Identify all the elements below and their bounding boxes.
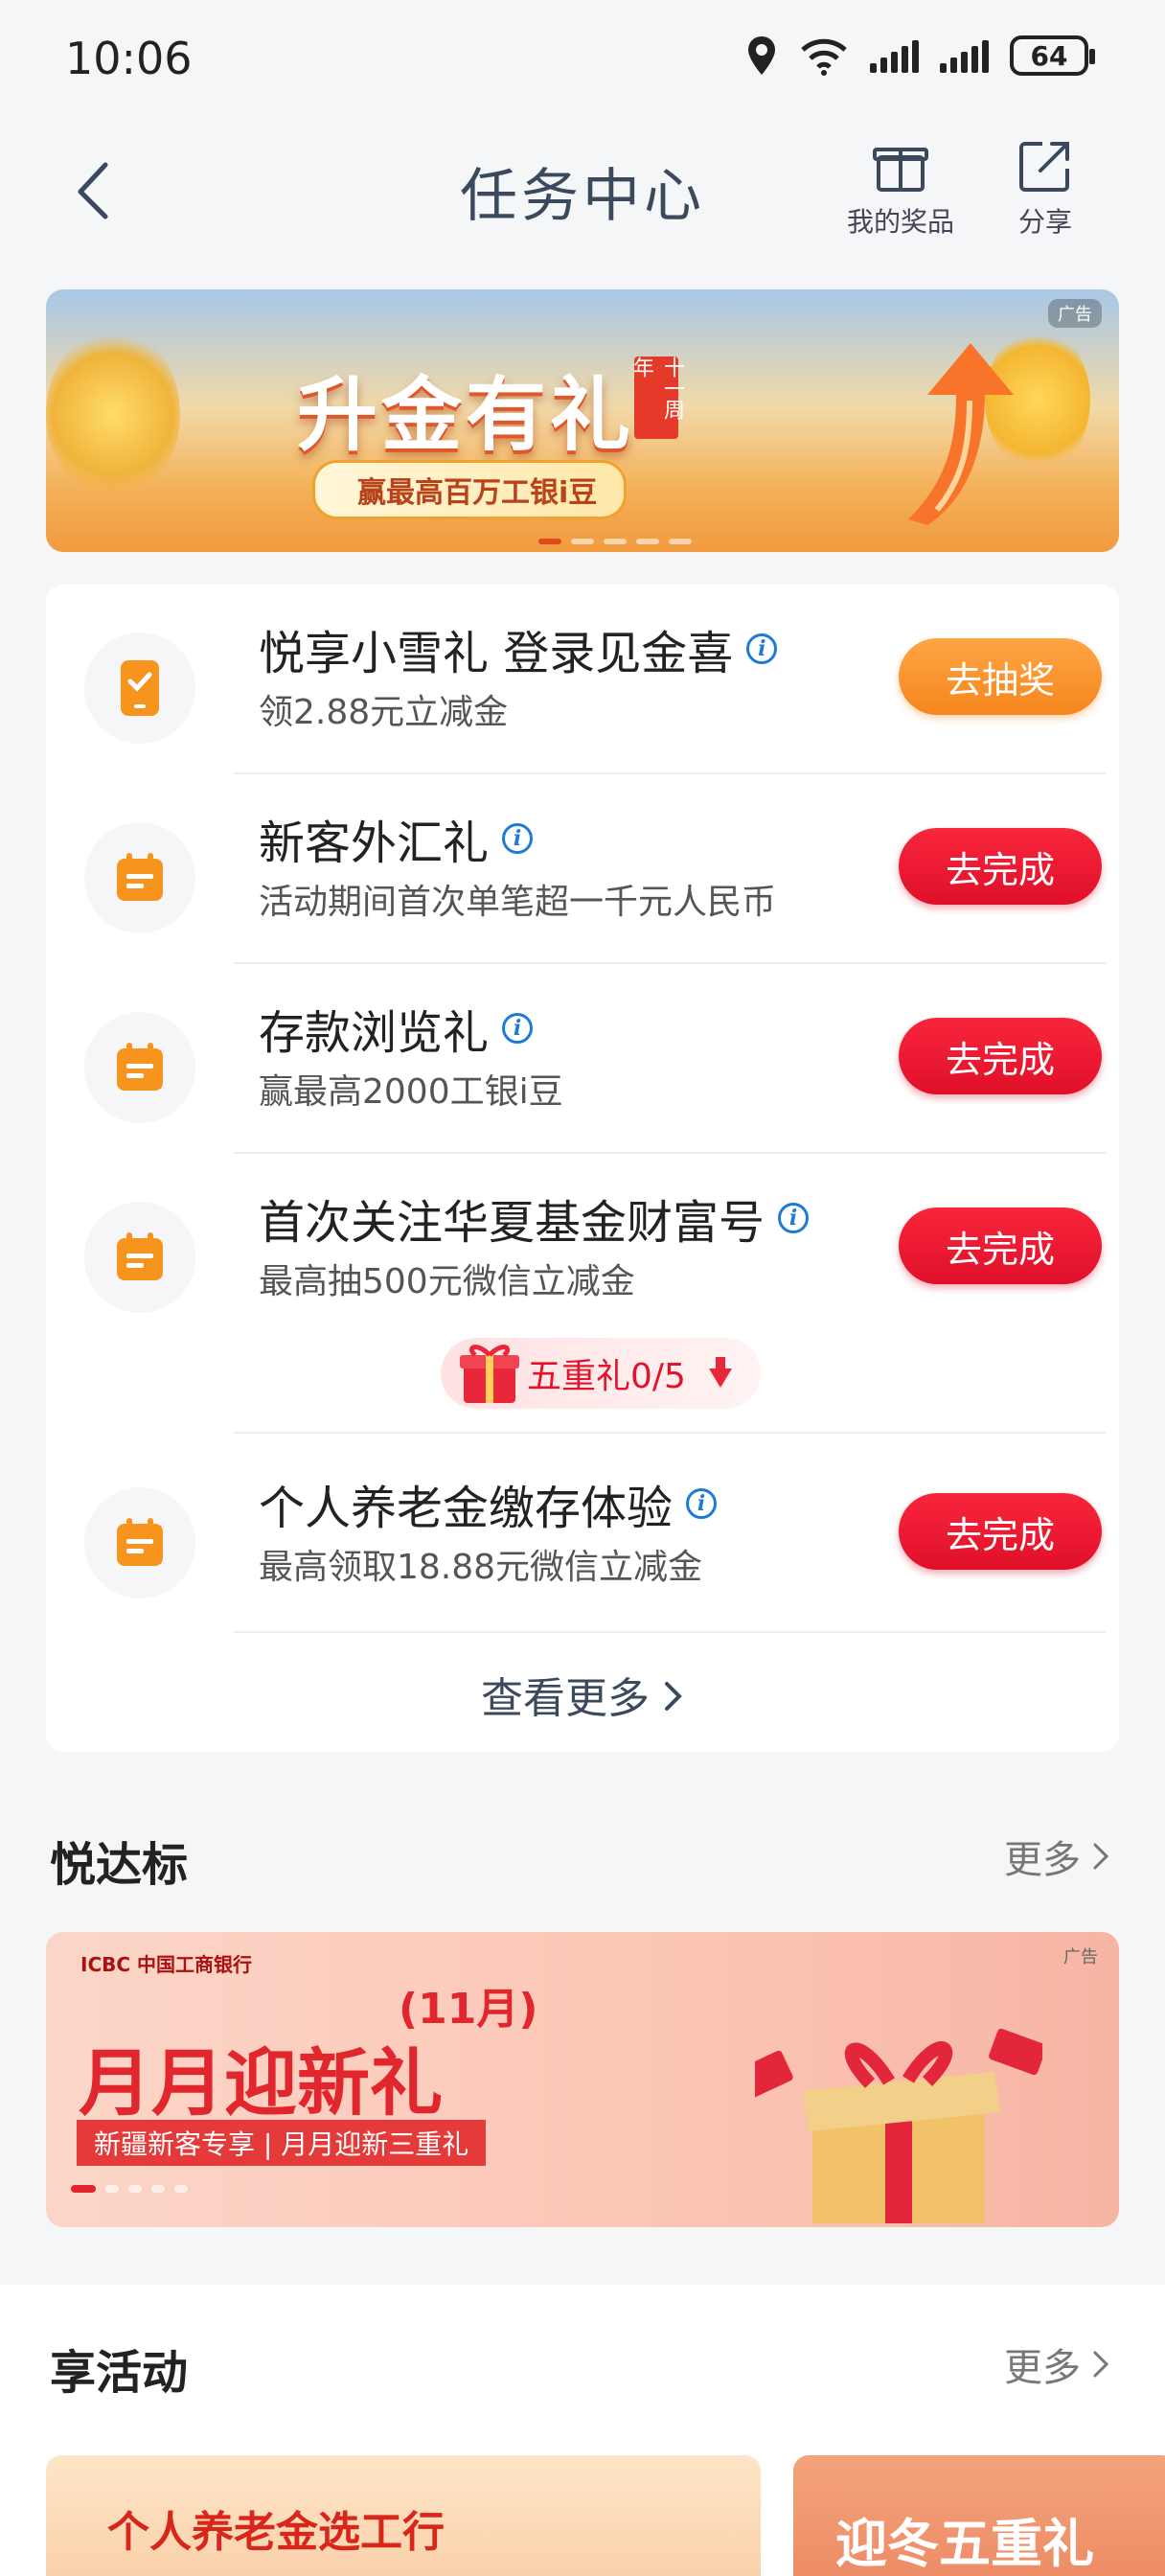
five-gifts-label: 五重礼0/5 xyxy=(527,1357,686,1396)
task-item: 存款浏览礼 i 赢最高2000工银i豆 去完成 xyxy=(46,964,1119,1154)
task-list-card: 悦享小雪礼 登录见金喜 i 领2.88元立减金 去抽奖 新客外汇礼 i 活动期间首次… xyxy=(46,585,1119,1752)
calendar-icon xyxy=(84,1487,195,1598)
calendar-icon xyxy=(84,822,195,933)
task-subtitle: 最高领取18.88元微信立减金 xyxy=(259,1548,703,1587)
status-icons: 64 xyxy=(745,34,1095,77)
section-more-xianghuodong[interactable]: 更多 xyxy=(1004,2336,1109,2392)
ad-tag: 广告 xyxy=(1048,299,1102,328)
task-item: 新客外汇礼 i 活动期间首次单笔超一千元人民币 去完成 xyxy=(46,774,1119,964)
task-subtitle: 领2.88元立减金 xyxy=(259,693,509,732)
divider xyxy=(234,1631,1106,1633)
task-title: 个人养老金缴存体验 i xyxy=(259,1470,718,1537)
battery-icon: 64 xyxy=(1010,35,1095,76)
info-icon[interactable]: i xyxy=(746,633,778,664)
task-subtitle: 赢最高2000工银i豆 xyxy=(259,1072,563,1112)
task-item: 首次关注华夏基金财富号 i 最高抽500元微信立减金 去完成 xyxy=(46,1154,1119,1344)
task-action-button[interactable]: 去抽奖 xyxy=(899,638,1102,715)
status-time: 10:06 xyxy=(65,33,193,84)
calendar-icon xyxy=(84,1202,195,1313)
task-title: 首次关注华夏基金财富号 i xyxy=(259,1184,810,1252)
gift-box-illustration xyxy=(755,2028,1042,2223)
signal-icon-2 xyxy=(940,38,989,73)
task-title: 悦享小雪礼 登录见金喜 i xyxy=(259,615,778,682)
new-customer-banner[interactable]: ICBC 中国工商银行 广告 (11月) 月月迎新礼 新疆新客专享 | 月月迎新… xyxy=(46,1932,1119,2227)
tree-decoration xyxy=(46,328,180,500)
task-subtitle: 最高抽500元微信立减金 xyxy=(259,1262,635,1301)
info-icon[interactable]: i xyxy=(502,823,534,854)
task-action-button[interactable]: 去完成 xyxy=(899,828,1102,905)
gift-icon xyxy=(873,148,928,192)
my-prizes-label: 我的奖品 xyxy=(847,206,955,238)
task-action-button[interactable]: 去完成 xyxy=(899,1018,1102,1094)
chevron-down-icon xyxy=(708,1357,732,1388)
gift-box-icon xyxy=(460,1345,519,1403)
banner-headline: 升金有礼 xyxy=(297,367,635,462)
chevron-right-icon xyxy=(1093,2351,1109,2378)
phone-check-icon xyxy=(84,632,195,744)
info-icon[interactable]: i xyxy=(686,1488,718,1519)
carousel-dots xyxy=(71,2185,188,2193)
share-icon xyxy=(1019,142,1069,192)
activity-card-text: 迎冬五重礼 xyxy=(835,2513,1094,2574)
carousel-dots xyxy=(538,539,692,544)
location-icon xyxy=(748,36,775,75)
share-label: 分享 xyxy=(1017,206,1072,238)
rising-arrow-icon xyxy=(908,343,1014,525)
bank-logo-text: ICBC 中国工商银行 xyxy=(80,1953,253,1976)
chevron-right-icon xyxy=(1093,1843,1109,1870)
task-action-button[interactable]: 去完成 xyxy=(899,1208,1102,1284)
ad-tag: 广告 xyxy=(1063,1947,1098,1967)
activity-card-winter[interactable]: 迎冬五重礼 xyxy=(793,2455,1165,2576)
banner-subline: 新疆新客专享 | 月月迎新三重礼 xyxy=(77,2120,487,2166)
task-action-button[interactable]: 去完成 xyxy=(899,1493,1102,1570)
calendar-icon xyxy=(84,1012,195,1123)
chevron-right-icon xyxy=(665,1682,682,1711)
wifi-icon xyxy=(801,38,847,76)
five-gifts-chip[interactable]: 五重礼0/5 xyxy=(441,1338,761,1409)
task-item: 悦享小雪礼 登录见金喜 i 领2.88元立减金 去抽奖 xyxy=(46,585,1119,774)
activity-card-pension[interactable]: 个人养老金选工行 xyxy=(46,2455,761,2576)
task-subtitle: 活动期间首次单笔超一千元人民币 xyxy=(259,883,777,922)
banner-seal: 十一周年 xyxy=(629,356,684,439)
my-prizes-button[interactable]: 我的奖品 xyxy=(847,136,954,240)
signal-icon xyxy=(870,38,919,73)
section-title-yuedabiao: 悦达标 xyxy=(50,1838,189,1892)
task-title: 新客外汇礼 i xyxy=(259,805,534,872)
task-item: 个人养老金缴存体验 i 最高领取18.88元微信立减金 去完成 xyxy=(46,1439,1119,1629)
status-bar: 10:06 64 xyxy=(0,0,1165,119)
see-more-link[interactable]: 查看更多 xyxy=(46,1664,1119,1725)
share-button[interactable]: 分享 xyxy=(1016,136,1075,240)
nav-bar: 任务中心 我的奖品 分享 xyxy=(0,119,1165,263)
promo-banner[interactable]: 升金有礼 十一周年 赢最高百万工银i豆 广告 xyxy=(46,289,1119,552)
banner-pill: 赢最高百万工银i豆 xyxy=(312,460,628,519)
banner-headline: 月月迎新礼 xyxy=(79,2040,443,2126)
info-icon[interactable]: i xyxy=(778,1203,810,1233)
info-icon[interactable]: i xyxy=(502,1013,534,1044)
activity-card-text: 个人养老金选工行 xyxy=(107,2508,445,2557)
section-more-yuedabiao[interactable]: 更多 xyxy=(1004,1828,1109,1884)
task-title: 存款浏览礼 i xyxy=(259,995,534,1062)
divider xyxy=(234,1432,1106,1434)
section-title-xianghuodong: 享活动 xyxy=(50,2346,189,2400)
page-title: 任务中心 xyxy=(460,163,705,230)
